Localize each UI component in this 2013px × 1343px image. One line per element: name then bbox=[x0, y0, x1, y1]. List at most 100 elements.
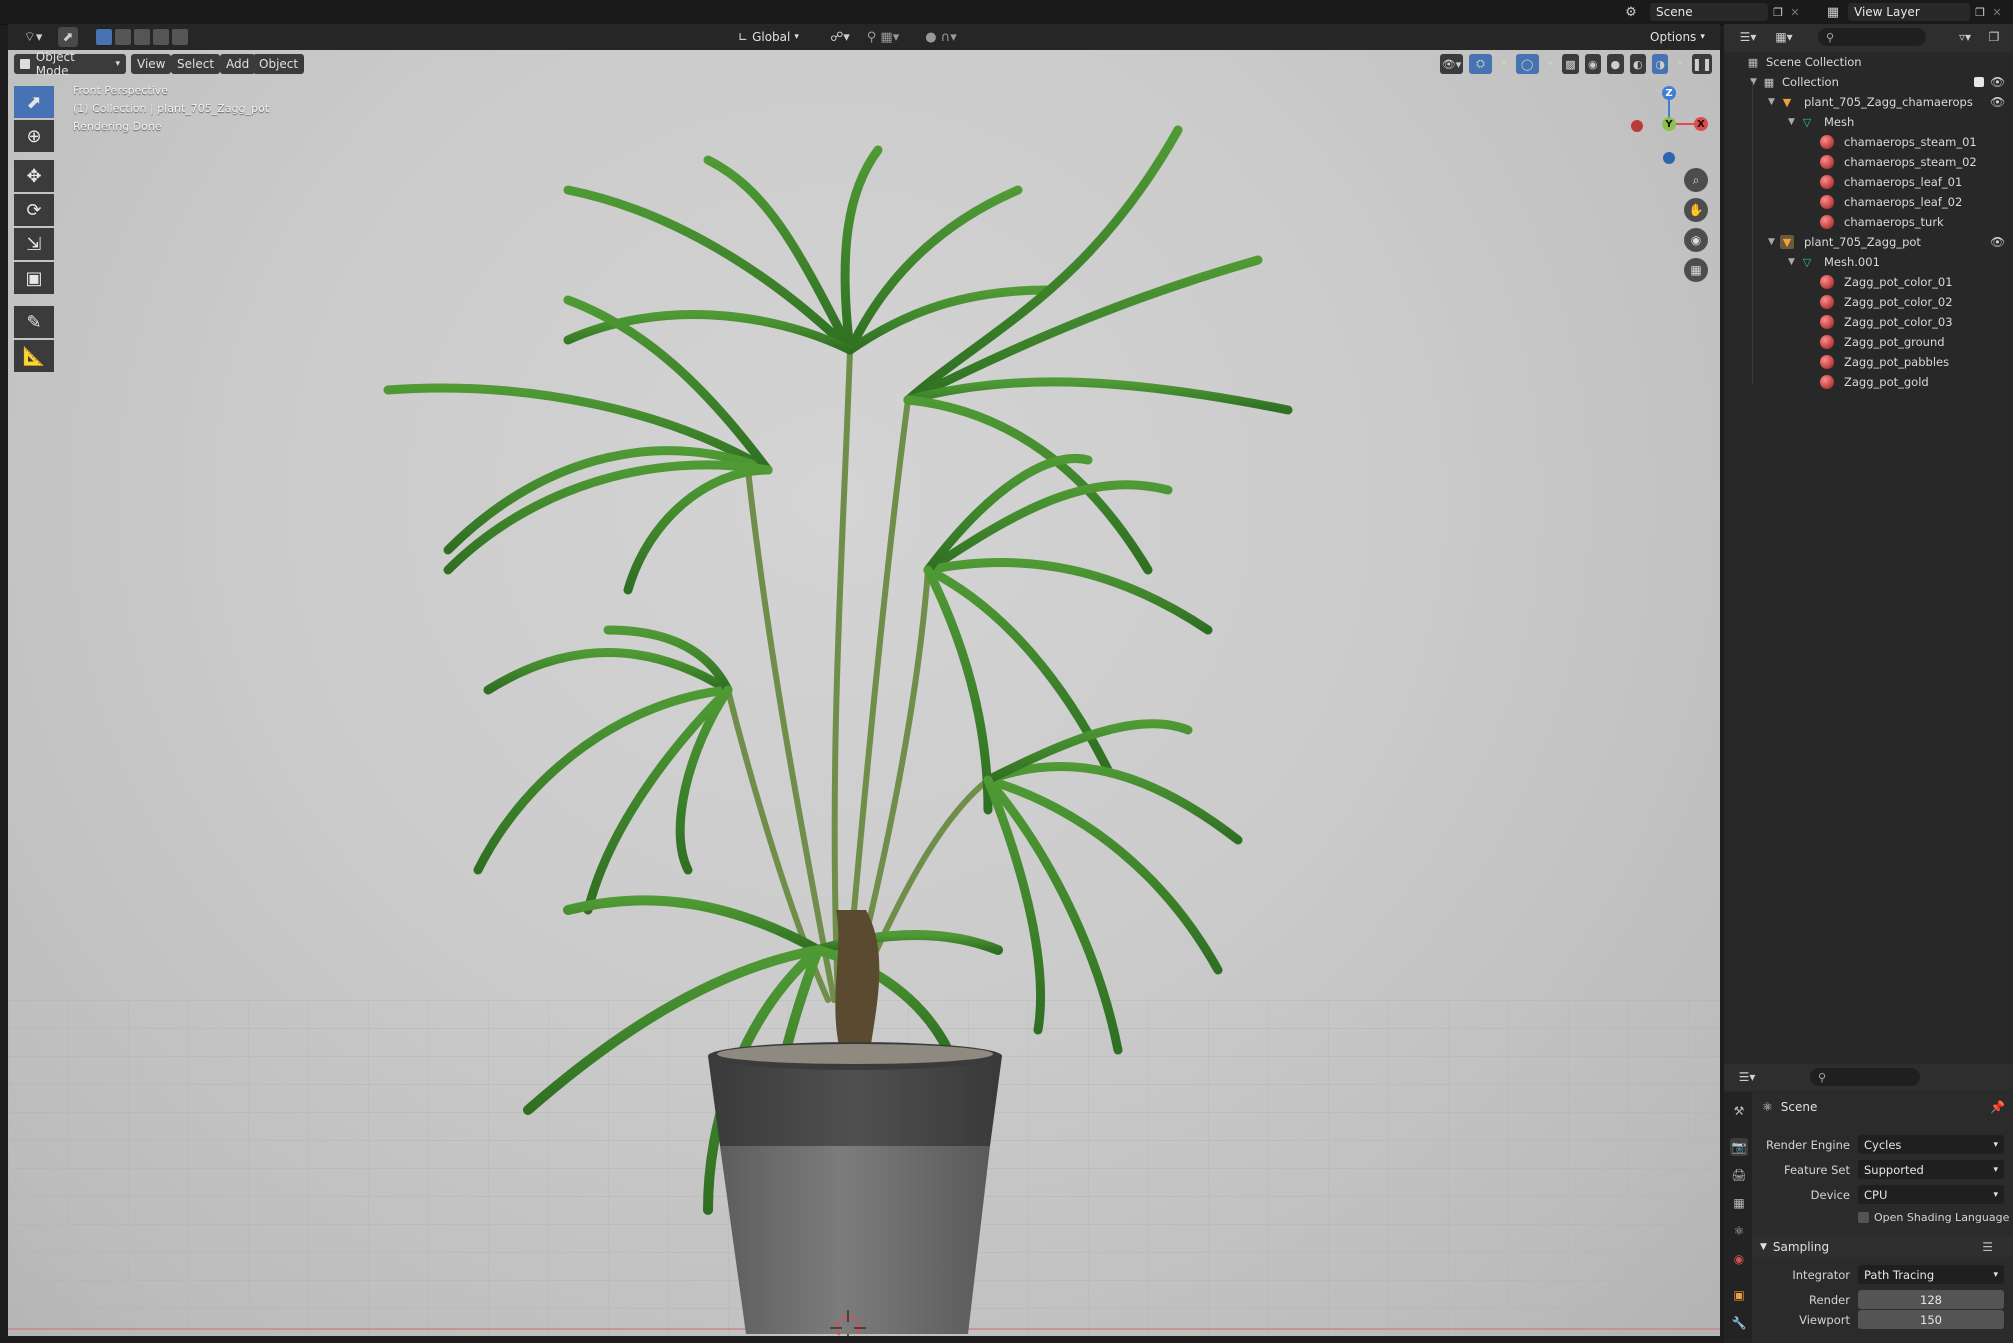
expand-triangle-icon[interactable]: ▼ bbox=[1788, 117, 1795, 127]
eye-icon[interactable]: 👁 bbox=[1990, 235, 2005, 249]
scene-selector-icon[interactable]: ⚙ bbox=[1616, 2, 1646, 22]
scene-tab-icon[interactable]: ⚛ bbox=[1730, 1222, 1748, 1240]
transform-tool-button[interactable]: ▣ bbox=[14, 262, 54, 294]
expand-triangle-icon[interactable]: ▼ bbox=[1768, 237, 1775, 247]
feature-set-dropdown[interactable]: Supported ▾ bbox=[1858, 1160, 2004, 1179]
world-tab-icon[interactable]: ◉ bbox=[1730, 1250, 1748, 1268]
view-layer-selector-icon[interactable]: ▦ bbox=[1818, 2, 1848, 22]
material-shading-icon[interactable]: ◐ bbox=[1629, 54, 1646, 74]
properties-editor-type-icon[interactable]: ☰▾ bbox=[1732, 1067, 1762, 1087]
outliner-material[interactable]: chamaerops_leaf_02 bbox=[1724, 192, 2013, 212]
delete-view-layer-icon[interactable]: ✕ bbox=[1990, 2, 2004, 22]
outliner-material[interactable]: chamaerops_steam_01 bbox=[1724, 132, 2013, 152]
outliner-mesh-data[interactable]: ▼ ▽ Mesh bbox=[1724, 112, 2013, 132]
xray-toggle-icon[interactable]: ▩ bbox=[1562, 54, 1579, 74]
view-layer-field[interactable]: View Layer bbox=[1848, 3, 1970, 21]
select-set-icon[interactable] bbox=[96, 29, 112, 45]
render-samples-field[interactable]: 128 bbox=[1858, 1290, 2004, 1309]
outliner-material[interactable]: Zagg_pot_gold bbox=[1724, 372, 2013, 392]
menu-object[interactable]: Object bbox=[253, 54, 305, 74]
gizmo-neg-x-axis[interactable] bbox=[1631, 120, 1643, 132]
scale-tool-button[interactable]: ⇲ bbox=[14, 228, 54, 260]
outliner-scene-collection[interactable]: ▦ Scene Collection bbox=[1724, 52, 2013, 72]
select-intersect-icon[interactable] bbox=[172, 29, 188, 45]
move-tool-button[interactable]: ✥ bbox=[14, 160, 54, 192]
outliner-object-chamaerops[interactable]: ▼ ▼ plant_705_Zagg_chamaerops 👁 bbox=[1724, 92, 2013, 112]
expand-triangle-icon[interactable]: ▼ bbox=[1788, 257, 1795, 267]
select-extend-icon[interactable] bbox=[115, 29, 131, 45]
outliner-search-input[interactable]: ⚲ bbox=[1818, 28, 1926, 46]
measure-tool-button[interactable]: 📐 bbox=[14, 340, 54, 372]
outliner-material[interactable]: Zagg_pot_color_02 bbox=[1724, 292, 2013, 312]
eye-icon[interactable]: 👁 bbox=[1990, 75, 2005, 89]
select-subtract-icon[interactable] bbox=[134, 29, 150, 45]
new-view-layer-icon[interactable]: ❐ bbox=[1972, 2, 1988, 22]
outliner-material[interactable]: Zagg_pot_color_01 bbox=[1724, 272, 2013, 292]
proportional-edit-icon[interactable]: ● ∩▾ bbox=[916, 27, 966, 47]
snap-icon[interactable]: ⚲ ▦▾ bbox=[858, 27, 908, 47]
object-mode-dropdown[interactable]: Object Mode ▾ bbox=[14, 50, 126, 78]
select-box-tool-icon[interactable]: ⬈ bbox=[58, 27, 78, 47]
osl-checkbox-row[interactable]: Open Shading Language bbox=[1858, 1211, 2009, 1224]
expand-triangle-icon[interactable]: ▼ bbox=[1768, 97, 1775, 107]
overlays-toggle-icon[interactable]: ◯ bbox=[1515, 54, 1539, 74]
outliner-collection[interactable]: ▼ ▦ Collection 👁 bbox=[1724, 72, 2013, 92]
select-tool-button[interactable]: ⬈ bbox=[14, 86, 54, 118]
pan-view-icon[interactable]: ✋ bbox=[1684, 198, 1708, 222]
outliner-material[interactable]: chamaerops_turk bbox=[1724, 212, 2013, 232]
transform-orientation-dropdown[interactable]: ∟ Global ▾ bbox=[738, 27, 818, 47]
gizmo-y-axis[interactable]: Y bbox=[1662, 117, 1676, 131]
gizmo-z-axis[interactable]: Z bbox=[1662, 86, 1676, 100]
rotate-tool-button[interactable]: ⟳ bbox=[14, 194, 54, 226]
zoom-view-icon[interactable]: ⌕ bbox=[1684, 168, 1708, 192]
delete-scene-icon[interactable]: ✕ bbox=[1788, 2, 1802, 22]
pivot-point-icon[interactable]: ☍▾ bbox=[826, 27, 854, 47]
presets-list-icon[interactable]: ☰ bbox=[1982, 1240, 1993, 1254]
cursor-tool-button[interactable]: ⊕ bbox=[14, 120, 54, 152]
gizmo-x-axis[interactable]: X bbox=[1694, 117, 1708, 131]
outliner-material[interactable]: Zagg_pot_color_03 bbox=[1724, 312, 2013, 332]
wireframe-shading-icon[interactable]: ◉ bbox=[1584, 54, 1602, 74]
outliner-material[interactable]: chamaerops_steam_02 bbox=[1724, 152, 2013, 172]
properties-search-input[interactable]: ⚲ bbox=[1810, 1068, 1920, 1086]
ortho-toggle-icon[interactable]: ▦ bbox=[1684, 258, 1708, 282]
outliner-mesh-data[interactable]: ▼ ▽ Mesh.001 bbox=[1724, 252, 2013, 272]
menu-view[interactable]: View bbox=[131, 54, 172, 74]
filter-icon[interactable]: ▿▾ bbox=[1950, 27, 1980, 47]
outliner-material[interactable]: chamaerops_leaf_01 bbox=[1724, 172, 2013, 192]
sampling-panel-header[interactable]: ▼ Sampling ☰ bbox=[1752, 1237, 2013, 1257]
viewport-samples-field[interactable]: 150 bbox=[1858, 1310, 2004, 1329]
integrator-dropdown[interactable]: Path Tracing ▾ bbox=[1858, 1265, 2004, 1284]
osl-checkbox[interactable] bbox=[1858, 1212, 1869, 1223]
pause-render-icon[interactable]: ❚❚ bbox=[1692, 54, 1712, 74]
render-engine-dropdown[interactable]: Cycles ▾ bbox=[1858, 1135, 2004, 1154]
menu-select[interactable]: Select bbox=[171, 54, 221, 74]
outliner-material[interactable]: Zagg_pot_pabbles bbox=[1724, 352, 2013, 372]
chevron-down-icon[interactable]: ▾ bbox=[1674, 54, 1686, 74]
gizmo-neg-z-axis[interactable] bbox=[1663, 152, 1675, 164]
solid-shading-icon[interactable]: ● bbox=[1607, 54, 1624, 74]
visibility-filter-icon[interactable]: 👁▾ bbox=[1440, 54, 1464, 74]
3d-viewport[interactable] bbox=[8, 50, 1720, 1336]
outliner-editor-type-icon[interactable]: ☰▾ bbox=[1734, 27, 1762, 47]
outliner-object-pot[interactable]: ▼ ▼ plant_705_Zagg_pot 👁 bbox=[1724, 232, 2013, 252]
options-dropdown[interactable]: Options ▾ bbox=[1650, 27, 1712, 47]
new-scene-icon[interactable]: ❐ bbox=[1770, 2, 1786, 22]
outliner-material[interactable]: Zagg_pot_ground bbox=[1724, 332, 2013, 352]
device-dropdown[interactable]: CPU ▾ bbox=[1858, 1185, 2004, 1204]
gizmo-toggle-icon[interactable]: ⛭ bbox=[1469, 54, 1493, 74]
tool-tab-icon[interactable]: ⚒ bbox=[1730, 1102, 1748, 1120]
annotate-tool-button[interactable]: ✎ bbox=[14, 306, 54, 338]
select-invert-icon[interactable] bbox=[153, 29, 169, 45]
collection-checkbox-icon[interactable] bbox=[1974, 77, 1984, 87]
new-collection-icon[interactable]: ❐ bbox=[1984, 27, 2004, 47]
editor-type-icon[interactable]: ⌔▾ bbox=[16, 27, 50, 47]
rendered-shading-icon[interactable]: ◑ bbox=[1651, 54, 1669, 74]
display-mode-icon[interactable]: ▦▾ bbox=[1770, 27, 1798, 47]
chevron-down-icon[interactable]: ▾ bbox=[1498, 54, 1510, 74]
pin-icon[interactable]: 📌 bbox=[1990, 1100, 2005, 1114]
scene-name-field[interactable]: Scene bbox=[1650, 3, 1768, 21]
camera-view-icon[interactable]: ◉ bbox=[1684, 228, 1708, 252]
eye-icon[interactable]: 👁 bbox=[1990, 95, 2005, 109]
chevron-down-icon[interactable]: ▾ bbox=[1545, 54, 1557, 74]
